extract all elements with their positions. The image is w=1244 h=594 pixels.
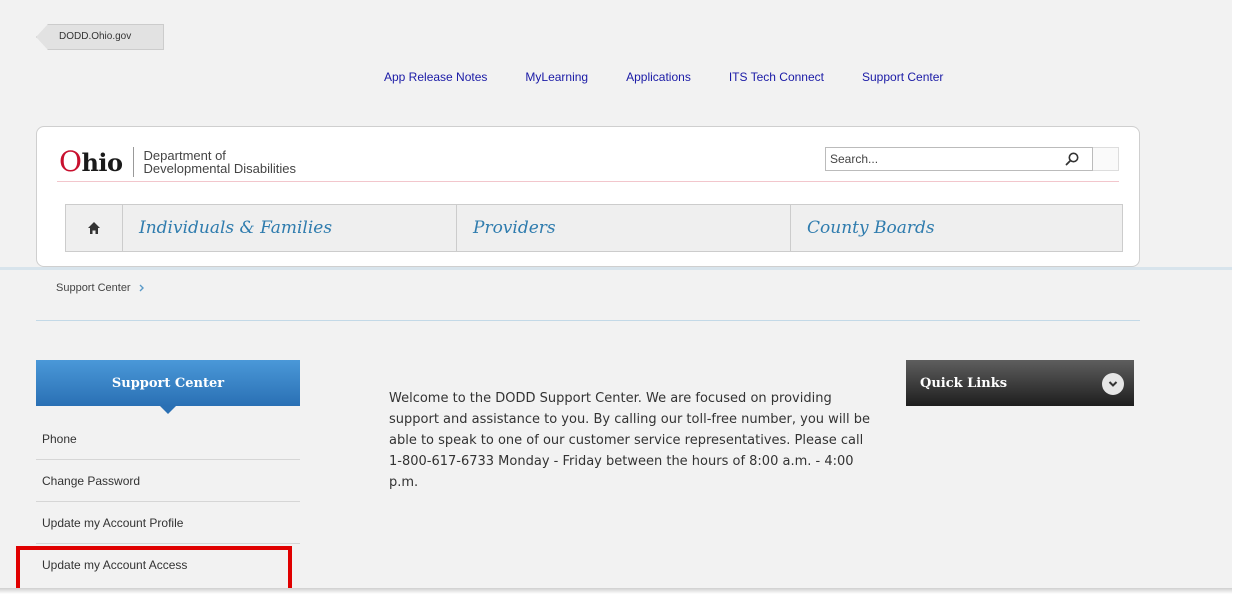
header-divider xyxy=(57,181,1119,182)
page-margin-right xyxy=(1232,0,1244,594)
search-box xyxy=(825,147,1093,171)
search-icon[interactable] xyxy=(1064,151,1080,167)
logo-divider xyxy=(132,146,134,177)
quick-links-label: Quick Links xyxy=(920,375,1008,391)
header-bottom-rule xyxy=(0,267,1232,270)
home-icon xyxy=(88,222,100,234)
breadcrumb-item-support-center[interactable]: Support Center xyxy=(56,282,131,294)
sidebar-item-update-account-access[interactable]: Update my Account Access xyxy=(36,544,300,586)
welcome-text: Welcome to the DODD Support Center. We a… xyxy=(389,391,871,490)
sidebar-item-change-password[interactable]: Change Password xyxy=(36,460,300,502)
top-links: App Release Notes MyLearning Application… xyxy=(384,70,981,84)
nav-individuals-families[interactable]: Individuals & Families xyxy=(123,205,457,251)
top-link-its-tech-connect[interactable]: ITS Tech Connect xyxy=(729,70,824,84)
logo-department-name: Department of Developmental Disabilities xyxy=(143,147,297,176)
search-box-edge xyxy=(1093,147,1119,171)
page: DODD.Ohio.gov App Release Notes MyLearni… xyxy=(0,0,1244,594)
header-card: Ohio Department of Developmental Disabil… xyxy=(36,126,1140,267)
main-nav: Individuals & Families Providers County … xyxy=(65,204,1123,252)
search-input[interactable] xyxy=(826,152,1054,166)
ohio-dodd-logo[interactable]: Ohio Department of Developmental Disabil… xyxy=(59,145,296,178)
page-bottom-shadow xyxy=(0,588,1232,594)
sidebar-item-update-account-profile[interactable]: Update my Account Profile xyxy=(36,502,300,544)
content-divider xyxy=(36,320,1140,321)
dodd-ohio-gov-back-link[interactable]: DODD.Ohio.gov xyxy=(36,24,164,50)
top-link-support-center[interactable]: Support Center xyxy=(862,70,943,84)
top-link-mylearning[interactable]: MyLearning xyxy=(525,70,588,84)
top-link-app-release-notes[interactable]: App Release Notes xyxy=(384,70,487,84)
nav-county-boards[interactable]: County Boards xyxy=(791,205,1122,251)
quick-links-button[interactable]: Quick Links xyxy=(906,360,1134,406)
sidebar-title: Support Center xyxy=(36,360,300,414)
sidebar-item-phone[interactable]: Phone xyxy=(36,418,300,460)
nav-home-button[interactable] xyxy=(66,205,123,251)
logo-wordmark: Ohio xyxy=(59,145,123,178)
sidebar-menu: Phone Change Password Update my Account … xyxy=(36,418,300,586)
chevron-down-icon xyxy=(1102,373,1124,395)
breadcrumb: Support Center xyxy=(56,282,145,294)
nav-providers[interactable]: Providers xyxy=(457,205,791,251)
chevron-right-icon xyxy=(139,284,144,292)
top-link-applications[interactable]: Applications xyxy=(626,70,691,84)
